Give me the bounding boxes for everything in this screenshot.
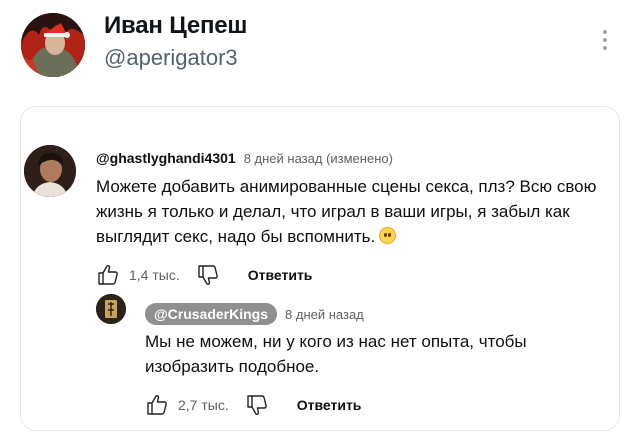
media-card[interactable]: @ghastlyghandi4301 8 дней назад (изменен… bbox=[20, 106, 620, 431]
dislike-icon[interactable] bbox=[245, 393, 269, 417]
author-avatar[interactable] bbox=[21, 13, 85, 77]
comment-body: Можете добавить анимированные сцены секс… bbox=[96, 177, 597, 246]
comment-text: Можете добавить анимированные сцены секс… bbox=[96, 174, 616, 249]
more-dot-icon bbox=[603, 46, 607, 50]
author-handle[interactable]: @aperigator3 bbox=[104, 45, 238, 71]
comment-actions: 1,4 тыс. Ответить bbox=[96, 263, 312, 287]
like-icon[interactable] bbox=[145, 393, 169, 417]
like-count: 1,4 тыс. bbox=[129, 267, 180, 283]
dislike-icon[interactable] bbox=[196, 263, 220, 287]
comment-timestamp[interactable]: 8 дней назад (изменено) bbox=[244, 151, 393, 166]
pleading-face-emoji-icon bbox=[379, 227, 397, 244]
reply-button[interactable]: Ответить bbox=[297, 397, 362, 413]
comment-header: @ghastlyghandi4301 8 дней назад (изменен… bbox=[96, 150, 393, 166]
more-options-button[interactable] bbox=[598, 28, 612, 52]
reply-button[interactable]: Ответить bbox=[248, 267, 313, 283]
tweet-header: Иван Цепеш @aperigator3 bbox=[0, 0, 640, 90]
channel-author-badge[interactable]: @CrusaderKings bbox=[145, 303, 278, 325]
reply-text: Мы не можем, ни у кого из нас нет опыта,… bbox=[145, 332, 527, 376]
like-icon[interactable] bbox=[96, 263, 120, 287]
like-count: 2,7 тыс. bbox=[178, 397, 229, 413]
channel-avatar[interactable] bbox=[96, 294, 126, 324]
reply-timestamp[interactable]: 8 дней назад bbox=[285, 307, 364, 322]
commenter-avatar[interactable] bbox=[24, 145, 76, 197]
author-name[interactable]: Иван Цепеш bbox=[104, 12, 247, 40]
more-dot-icon bbox=[603, 30, 607, 34]
comment-author[interactable]: @ghastlyghandi4301 bbox=[96, 150, 236, 166]
reply-header: @CrusaderKings 8 дней назад bbox=[145, 303, 364, 325]
reply-actions: 2,7 тыс. Ответить bbox=[145, 393, 361, 417]
more-dot-icon bbox=[603, 38, 607, 42]
